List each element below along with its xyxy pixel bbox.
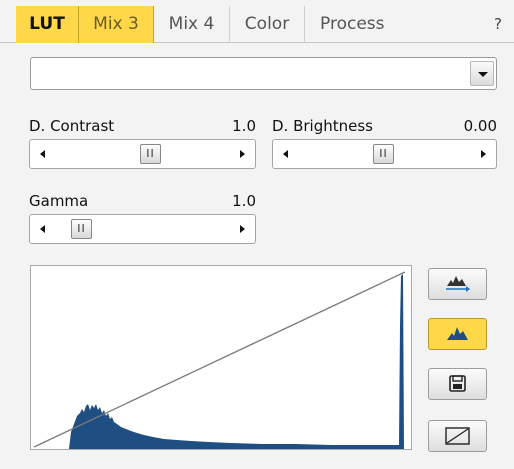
- linear-curve-button[interactable]: [428, 420, 487, 452]
- lut-select[interactable]: [30, 57, 497, 90]
- save-icon: [449, 375, 466, 392]
- histogram-fill: [69, 274, 404, 449]
- tab-mix-4[interactable]: Mix 4: [154, 6, 230, 43]
- tab-color[interactable]: Color: [230, 6, 305, 43]
- slider-left-arrow-icon[interactable]: [283, 150, 288, 158]
- histogram-stretch-icon: [446, 276, 470, 292]
- brightness-label: D. Brightness: [272, 117, 373, 135]
- contrast-slider-thumb[interactable]: II: [140, 144, 161, 164]
- gamma-label: Gamma: [29, 192, 89, 210]
- gamma-value: 1.0: [232, 192, 256, 210]
- tab-mix-3[interactable]: Mix 3: [79, 6, 154, 43]
- slider-right-arrow-icon[interactable]: [481, 150, 486, 158]
- gamma-slider[interactable]: II: [29, 214, 256, 244]
- contrast-slider[interactable]: II: [29, 139, 256, 169]
- histogram-button[interactable]: [428, 318, 487, 350]
- histogram-plot[interactable]: [30, 265, 412, 450]
- brightness-value: 0.00: [463, 117, 497, 135]
- slider-right-arrow-icon[interactable]: [240, 150, 245, 158]
- contrast-label: D. Contrast: [29, 117, 115, 135]
- slider-right-arrow-icon[interactable]: [240, 225, 245, 233]
- tab-bar: LUT Mix 3 Mix 4 Color Process ?: [0, 0, 514, 43]
- tab-lut[interactable]: LUT: [16, 6, 79, 43]
- histogram-icon: [447, 327, 468, 340]
- histogram-stretch-button[interactable]: [428, 268, 487, 300]
- help-button[interactable]: ?: [494, 6, 502, 43]
- contrast-value: 1.0: [232, 117, 256, 135]
- gamma-slider-thumb[interactable]: II: [71, 219, 92, 239]
- linear-curve-icon: [445, 427, 470, 445]
- tab-process[interactable]: Process: [305, 6, 397, 43]
- lut-curve-line: [33, 271, 406, 448]
- save-button[interactable]: [428, 368, 487, 400]
- brightness-slider[interactable]: II: [272, 139, 497, 169]
- slider-left-arrow-icon[interactable]: [40, 225, 45, 233]
- brightness-slider-thumb[interactable]: II: [373, 144, 394, 164]
- histogram-graphic: [33, 271, 406, 449]
- slider-left-arrow-icon[interactable]: [40, 150, 45, 158]
- dropdown-arrow-icon[interactable]: [470, 61, 494, 86]
